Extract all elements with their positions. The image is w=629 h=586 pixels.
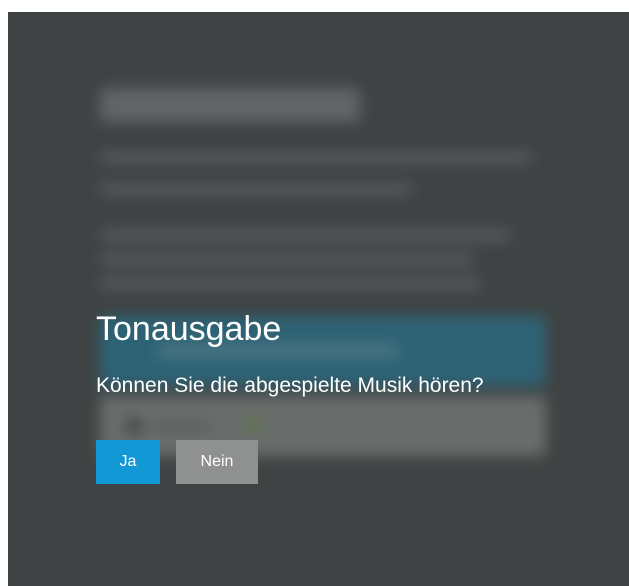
blurred-background-page: [8, 12, 629, 586]
blurred-status-text: [152, 422, 212, 430]
blurred-text-line: [100, 152, 532, 163]
blurred-text-line: [100, 278, 480, 289]
dialog-question: Können Sie die abgespielte Musik hören?: [96, 374, 484, 397]
blurred-text-line: [100, 230, 510, 241]
app-screen: Tonausgabe Können Sie die abgespielte Mu…: [8, 12, 629, 586]
blurred-text-line: [100, 184, 412, 195]
yes-button[interactable]: Ja: [96, 440, 160, 484]
dialog-title: Tonausgabe: [96, 310, 282, 348]
blurred-status-icon: [125, 417, 143, 435]
blurred-text-line: [100, 254, 472, 265]
blurred-check-icon: [242, 420, 264, 430]
no-button[interactable]: Nein: [176, 440, 258, 484]
blurred-heading: [100, 88, 360, 122]
